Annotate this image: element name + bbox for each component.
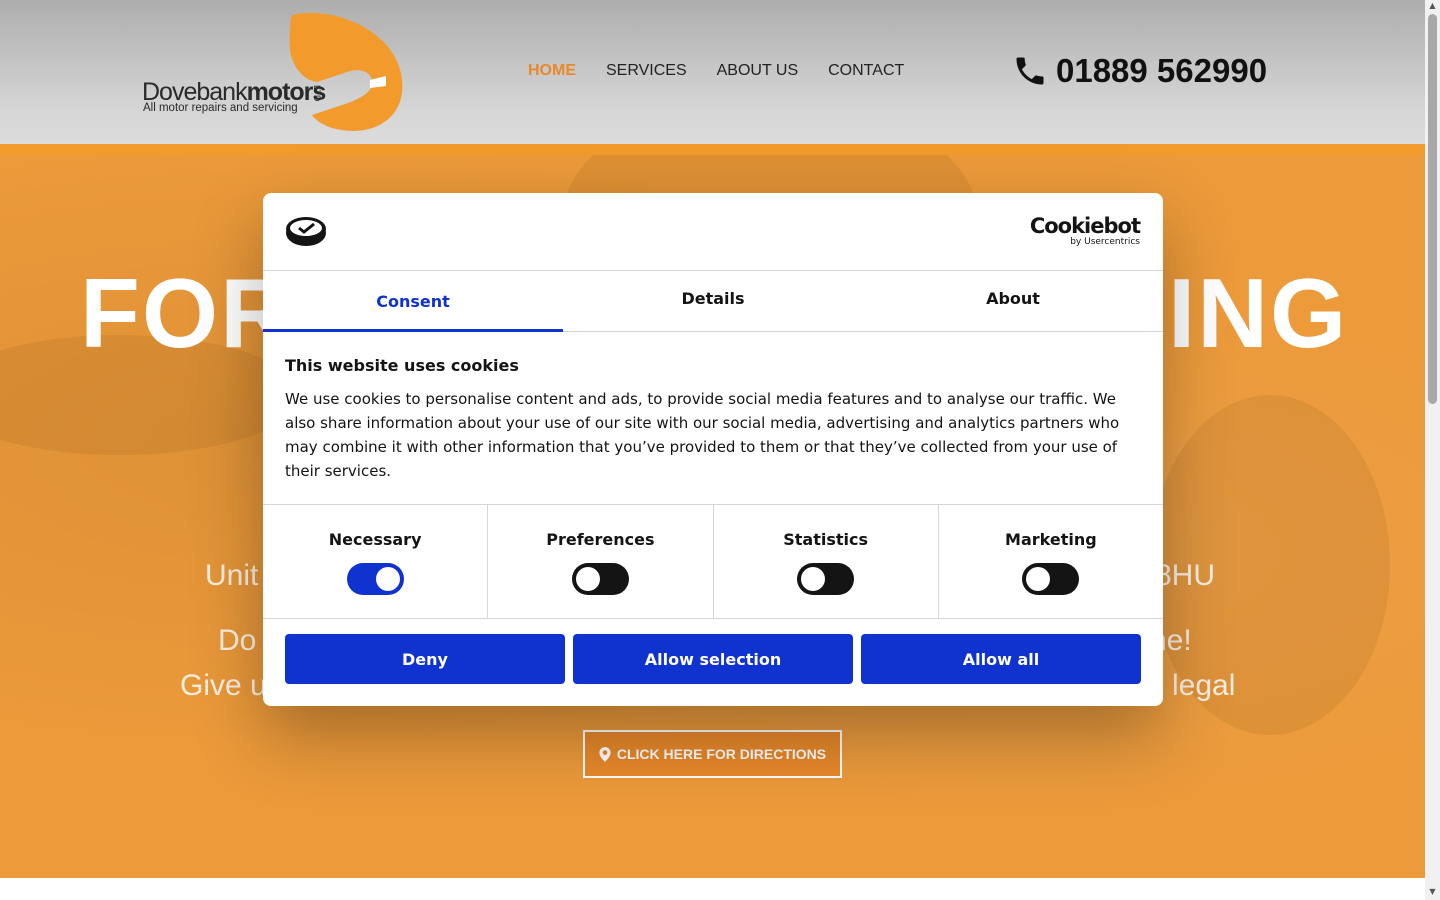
- nav-services[interactable]: SERVICES: [606, 62, 687, 80]
- toggle-marketing: Marketing: [939, 505, 1163, 618]
- wrench-logo-icon: [289, 12, 403, 131]
- toggle-label: Necessary: [328, 530, 422, 549]
- switch-knob: [375, 567, 400, 591]
- header-stripe: [0, 144, 1425, 155]
- marketing-switch[interactable]: [1022, 563, 1080, 595]
- cookie-dialog-header: Cookiebot by Usercentrics: [263, 193, 1163, 271]
- preferences-switch[interactable]: [571, 563, 629, 595]
- switch-knob: [1026, 567, 1051, 591]
- deny-button[interactable]: Deny: [285, 634, 565, 684]
- nav-contact[interactable]: CONTACT: [828, 62, 904, 80]
- page-scrollbar[interactable]: ▲ ▼: [1425, 0, 1440, 900]
- switch-knob: [575, 567, 600, 591]
- allow-selection-button[interactable]: Allow selection: [573, 634, 853, 684]
- necessary-switch[interactable]: [346, 563, 404, 595]
- cookie-description: We use cookies to personalise content an…: [285, 390, 1120, 480]
- toggle-label: Statistics: [783, 530, 868, 549]
- map-marker-icon: [599, 746, 611, 762]
- cookie-tabs: Consent Details About: [263, 271, 1163, 332]
- toggle-preferences: Preferences: [488, 505, 714, 618]
- logo-ltd: LTD: [312, 85, 322, 102]
- scroll-thumb[interactable]: [1428, 14, 1437, 404]
- site-logo[interactable]: Dovebankmotors LTD All motor repairs and…: [142, 10, 407, 135]
- toggle-label: Preferences: [546, 530, 655, 549]
- cookie-category-toggles: Necessary Preferences Statistics Marketi…: [263, 505, 1163, 619]
- scroll-down-arrow-icon[interactable]: ▼: [1428, 888, 1437, 896]
- allow-all-button[interactable]: Allow all: [861, 634, 1141, 684]
- directions-label: CLICK HERE FOR DIRECTIONS: [616, 746, 827, 762]
- tab-about[interactable]: About: [863, 271, 1163, 331]
- statistics-switch[interactable]: [797, 563, 855, 595]
- cookie-body: This website uses cookies We use cookies…: [263, 332, 1163, 505]
- logo-tagline: All motor repairs and servicing: [143, 102, 298, 114]
- toggle-label: Marketing: [1005, 530, 1097, 549]
- phone-link[interactable]: 01889 562990: [1012, 52, 1267, 90]
- toggle-necessary: Necessary: [263, 505, 489, 618]
- site-header: Dovebankmotors LTD All motor repairs and…: [0, 0, 1425, 144]
- nav-home[interactable]: HOME: [528, 62, 576, 80]
- tab-consent[interactable]: Consent: [263, 271, 563, 332]
- cookiebot-brand: Cookiebot by Usercentrics: [1029, 214, 1141, 247]
- main-nav: HOME SERVICES ABOUT US CONTACT: [528, 62, 934, 80]
- cookiebot-badge-icon: [286, 217, 326, 246]
- cookie-heading: This website uses cookies: [285, 356, 519, 375]
- directions-button[interactable]: CLICK HERE FOR DIRECTIONS: [583, 730, 842, 778]
- cookie-buttons: Deny Allow selection Allow all: [263, 619, 1163, 684]
- tab-details[interactable]: Details: [563, 271, 863, 331]
- toggle-statistics: Statistics: [714, 505, 939, 618]
- nav-about-us[interactable]: ABOUT US: [717, 62, 799, 80]
- phone-number: 01889 562990: [1056, 52, 1268, 89]
- scroll-up-arrow-icon[interactable]: ▲: [1428, 2, 1437, 10]
- cookie-consent-dialog: Cookiebot by Usercentrics Consent Detail…: [263, 193, 1163, 706]
- phone-icon: [1016, 57, 1044, 85]
- switch-knob: [801, 567, 826, 591]
